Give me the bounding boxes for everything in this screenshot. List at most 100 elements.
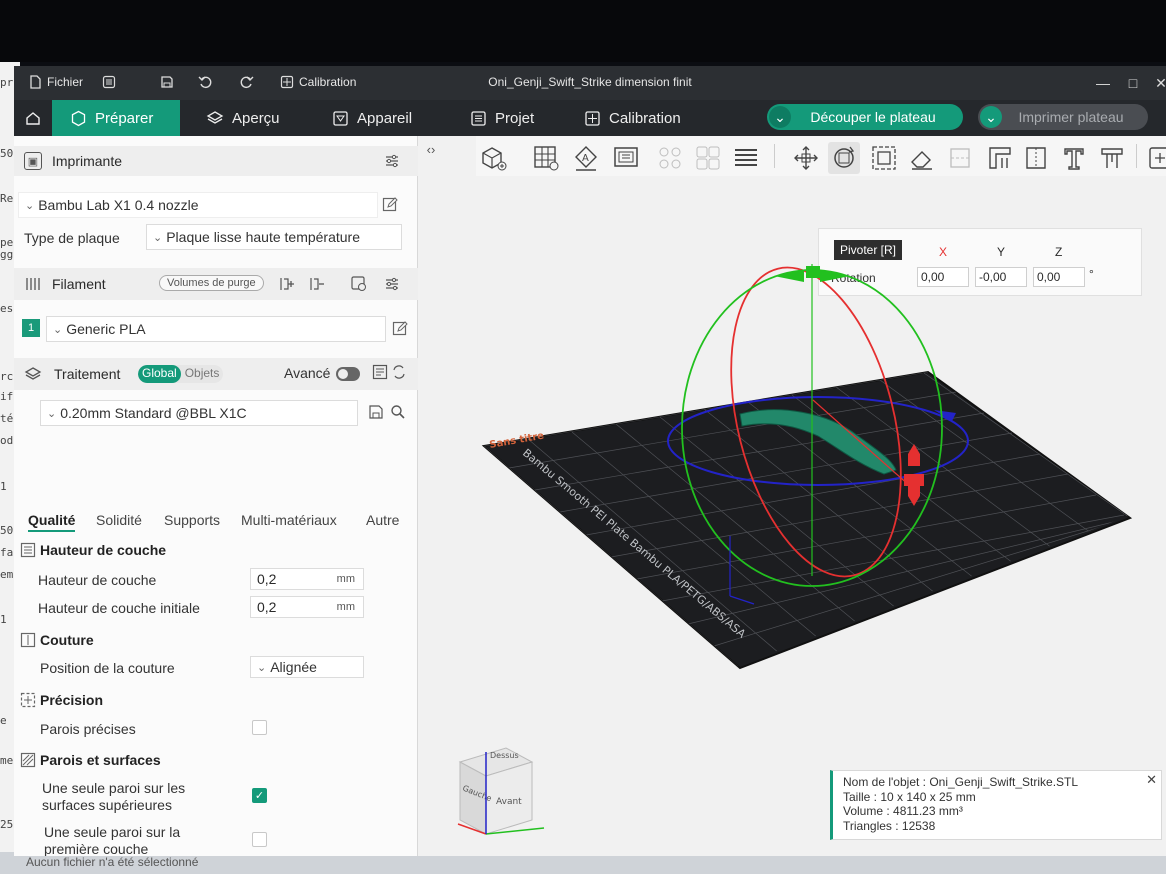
edge-fragment: 50 [0, 524, 14, 537]
minimize-button[interactable]: — [1092, 72, 1114, 94]
calibration-menu[interactable]: Calibration [280, 75, 356, 89]
file-menu[interactable]: Fichier [28, 75, 83, 89]
layer-height-input[interactable]: 0,2 mm [250, 568, 364, 590]
plate-type-value: Plaque lisse haute température [166, 229, 361, 245]
home-icon [26, 112, 40, 125]
chevron-down-icon: ⌄ [153, 231, 163, 244]
filament-sync-icon[interactable] [350, 275, 368, 292]
save-icon[interactable] [368, 404, 384, 420]
maximize-button[interactable]: □ [1122, 72, 1144, 94]
print-plate-label: Imprimer plateau [1018, 109, 1124, 125]
close-icon[interactable]: ✕ [1146, 772, 1157, 788]
tab-label: Aperçu [232, 109, 280, 127]
edit-icon[interactable] [392, 320, 409, 337]
walls-icon [20, 752, 36, 768]
scope-global[interactable]: Global [138, 365, 181, 383]
print-plate-button[interactable]: ⌄ Imprimer plateau [978, 104, 1148, 130]
remove-filament-icon[interactable] [309, 276, 325, 292]
view-cube[interactable]: Dessus Gauche Avant [440, 740, 550, 840]
edge-fragment: if [0, 390, 14, 403]
rotate-y-handle-center[interactable] [806, 266, 820, 278]
process-preset-value: 0.20mm Standard @BBL X1C [60, 405, 247, 421]
save-icon [161, 76, 173, 88]
printer-preset-select[interactable]: ⌄ Bambu Lab X1 0.4 nozzle [18, 192, 378, 218]
monitor-bezel [0, 0, 1166, 62]
sync-icon[interactable] [391, 364, 407, 380]
file-menu-label: Fichier [47, 75, 84, 89]
rotate-x-handle-center[interactable] [904, 474, 924, 486]
slice-plate-label: Découper le plateau [810, 109, 936, 125]
single-wall-first-checkbox[interactable] [252, 832, 267, 847]
device-icon [333, 110, 348, 126]
chevron-down-icon[interactable]: ⌄ [769, 106, 791, 128]
filament-slot-badge[interactable]: 1 [22, 319, 40, 337]
redo-button[interactable] [239, 75, 254, 89]
menu-button[interactable] [102, 75, 116, 89]
search-icon[interactable] [390, 404, 406, 420]
subtab-quality[interactable]: Qualité [28, 512, 76, 532]
subtab-strength[interactable]: Solidité [96, 512, 142, 528]
save-button[interactable] [160, 75, 174, 89]
menu-icon [102, 75, 116, 89]
process-preset-select[interactable]: ⌄ 0.20mm Standard @BBL X1C [40, 400, 358, 426]
group-title: Parois et surfaces [40, 752, 161, 768]
subtab-supports[interactable]: Supports [164, 512, 220, 528]
plate-type-select[interactable]: ⌄ Plaque lisse haute température [146, 224, 402, 250]
initial-layer-height-label: Hauteur de couche initiale [38, 600, 200, 616]
edge-fragment: fa [0, 546, 14, 559]
undo-button[interactable] [198, 75, 213, 89]
tab-calibration[interactable]: Calibration [566, 100, 699, 136]
calibration-icon [280, 75, 294, 89]
advanced-toggle[interactable] [336, 367, 360, 381]
process-scope-toggle[interactable]: Global Objets [138, 365, 224, 383]
filament-name: Generic PLA [66, 321, 146, 337]
subtab-multimaterial[interactable]: Multi-matériaux [241, 512, 337, 528]
precise-walls-checkbox[interactable] [252, 720, 267, 735]
edge-fragment: gg [0, 248, 14, 261]
tab-project[interactable]: Projet [452, 100, 552, 136]
seam-group: Couture [20, 632, 94, 648]
home-button[interactable] [14, 100, 52, 136]
main-tab-bar: Préparer Aperçu Appareil Projet Calibrat… [14, 100, 1166, 136]
tab-prepare[interactable]: Préparer [52, 100, 180, 136]
scope-objects[interactable]: Objets [181, 365, 224, 383]
edge-fragment: rc [0, 370, 14, 383]
purge-volumes-button[interactable]: Volumes de purge [159, 275, 264, 291]
layer-height-group: Hauteur de couche [20, 542, 166, 558]
initial-layer-height-unit: mm [336, 601, 355, 613]
slice-plate-button[interactable]: ⌄ Découper le plateau [767, 104, 963, 130]
filament-select[interactable]: ⌄ Generic PLA [46, 316, 386, 342]
tab-preview[interactable]: Aperçu [188, 100, 298, 136]
object-volume: Volume : 4811.23 mm³ [843, 804, 963, 818]
initial-layer-height-input[interactable]: 0,2 mm [250, 596, 364, 618]
edge-fragment: 1 [0, 613, 7, 626]
layers-icon [24, 367, 42, 380]
tab-device[interactable]: Appareil [314, 100, 430, 136]
single-wall-top-label: Une seule paroi sur les surfaces supérie… [42, 780, 186, 813]
tab-label: Préparer [95, 109, 154, 127]
3d-viewport[interactable]: ‹› A X Y Z Rotation 0,00 -0,00 0,00 ° Pi… [418, 136, 1166, 856]
file-icon [30, 75, 41, 89]
settings-sliders-icon[interactable] [384, 276, 400, 292]
title-bar: Fichier Calibration Oni_Genji_Swift_Stri… [14, 66, 1166, 100]
edge-fragment: 50 [0, 147, 14, 160]
seam-position-value: Alignée [270, 659, 317, 675]
close-button[interactable]: ✕ [1150, 72, 1166, 94]
seam-position-select[interactable]: ⌄ Alignée [250, 656, 364, 678]
precise-walls-label: Parois précises [40, 721, 136, 737]
edge-fragment: pr [0, 76, 14, 89]
subtab-other[interactable]: Autre [366, 512, 399, 528]
redo-icon [240, 76, 254, 89]
view-cube-front-label: Avant [496, 797, 522, 807]
compare-icon[interactable] [372, 364, 388, 380]
chevron-down-icon: ⌄ [47, 407, 57, 420]
chevron-down-icon[interactable]: ⌄ [980, 106, 1002, 128]
filament-section-header: Filament Volumes de purge [14, 268, 418, 300]
single-wall-top-checkbox[interactable]: ✓ [252, 788, 267, 803]
printer-preset-value: Bambu Lab X1 0.4 nozzle [38, 197, 199, 213]
edit-icon[interactable] [382, 196, 399, 213]
settings-sliders-icon[interactable] [384, 153, 400, 169]
process-section-label: Traitement [54, 366, 121, 382]
object-name: Nom de l'objet : Oni_Genji_Swift_Strike.… [843, 775, 1079, 789]
add-filament-icon[interactable] [279, 276, 295, 292]
